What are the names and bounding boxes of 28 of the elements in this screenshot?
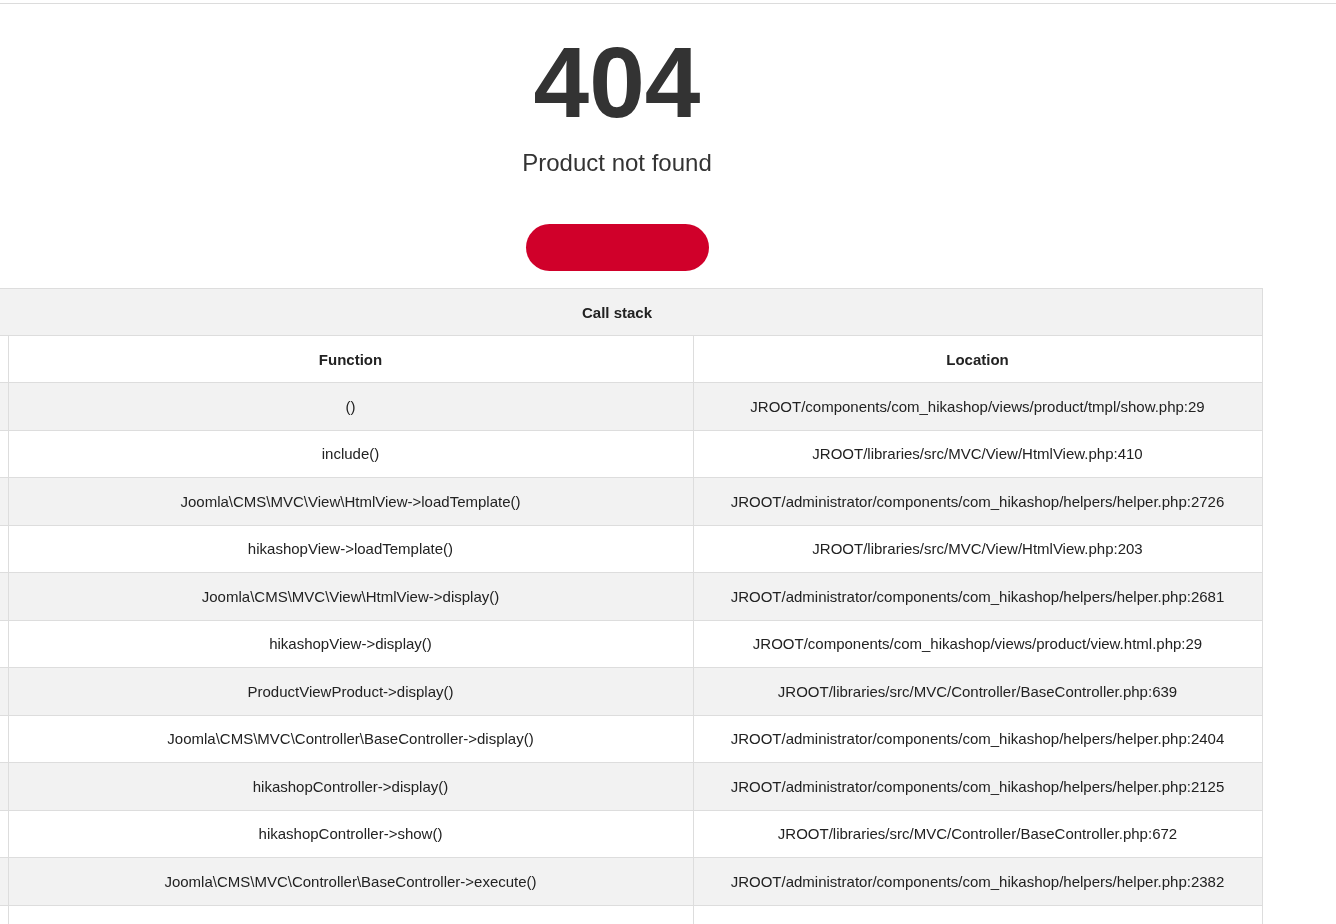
action-button[interactable] <box>525 224 709 271</box>
error-code: 404 <box>533 32 701 132</box>
error-message: Product not found <box>522 148 712 178</box>
table-cell: Joomla\CMS\MVC\View\HtmlView->display() <box>8 572 693 620</box>
table-cell: Joomla\CMS\MVC\View\HtmlView->loadTemplate() <box>8 477 693 525</box>
table-cell: JROOT/administrator/components/com_hikashop/helpers/helper.php:2382 <box>693 857 1262 905</box>
table-cell: JROOT/components/com_hikashop/views/product/tmpl/show.php:29 <box>693 382 1262 430</box>
table-cell: () <box>8 382 693 430</box>
table-cell: JROOT/administrator/components/com_hikashop/helpers/helper.php:2681 <box>693 572 1262 620</box>
table-cell: JROOT/libraries/src/MVC/View/HtmlView.php:410 <box>693 430 1262 478</box>
column-header: Location <box>693 335 1262 383</box>
table-cell: hikashopController->display() <box>8 762 693 810</box>
table-cell: Joomla\CMS\MVC\Controller\BaseController->execute() <box>8 857 693 905</box>
table-cell: include() <box>8 430 693 478</box>
table-cell: ProductViewProduct->display() <box>8 667 693 715</box>
column-header: Function <box>8 335 693 383</box>
table-cell: hikashopController->show() <box>8 810 693 858</box>
table-cell: Joomla\CMS\MVC\Controller\BaseController->display() <box>8 715 693 763</box>
table-cell: JROOT/components/com_hikashop/views/product/view.html.php:29 <box>693 620 1262 668</box>
table-cell: hikashopView->display() <box>8 620 693 668</box>
table-cell: JROOT/libraries/src/MVC/Controller/BaseController.php:672 <box>693 810 1262 858</box>
table-cell: JROOT/libraries/src/MVC/View/HtmlView.php:203 <box>693 525 1262 573</box>
table-cell: JROOT/administrator/components/com_hikashop/helpers/helper.php:2404 <box>693 715 1262 763</box>
table-cell: JROOT/administrator/components/com_hikashop/helpers/helper.php:2125 <box>693 762 1262 810</box>
table-cell: JROOT/libraries/src/MVC/Controller/BaseController.php:639 <box>693 667 1262 715</box>
table-title: Call stack <box>0 288 1262 336</box>
table-cell: JROOT/administrator/components/com_hikashop/helpers/helper.php:2726 <box>693 477 1262 525</box>
table-cell: hikashopView->loadTemplate() <box>8 525 693 573</box>
